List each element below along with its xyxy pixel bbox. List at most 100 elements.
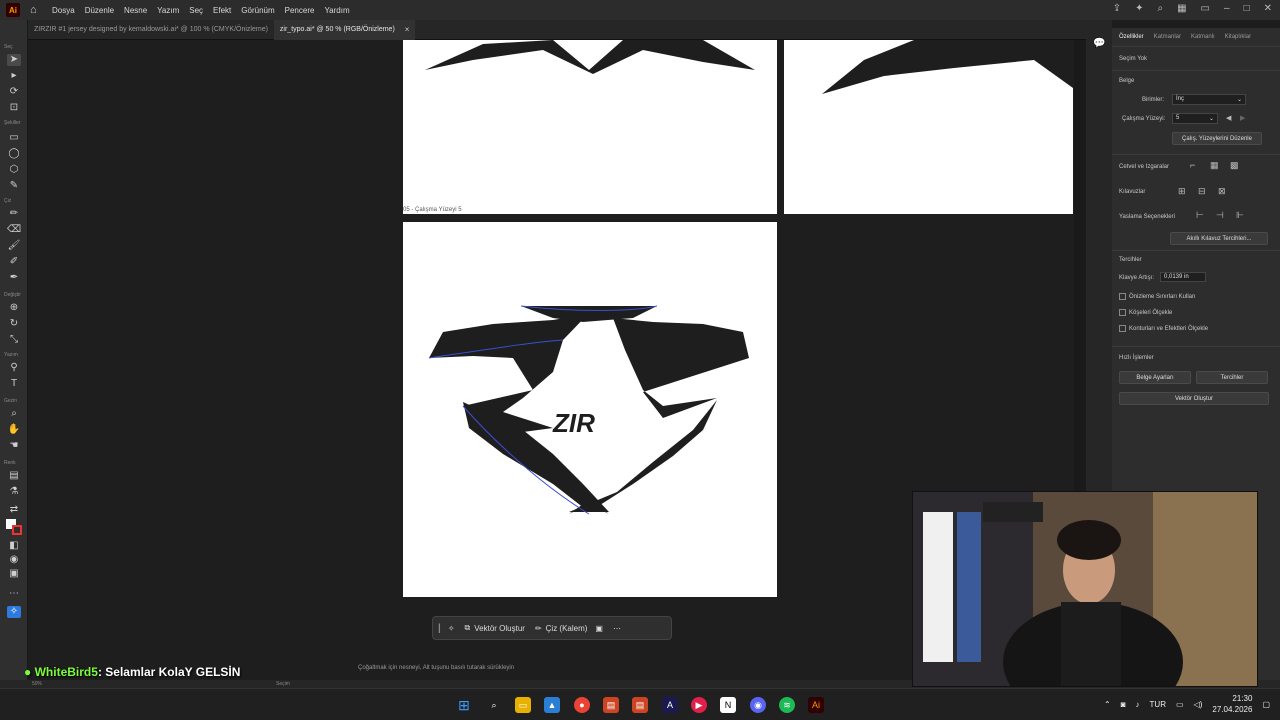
more-options-icon[interactable]: ⋯ [613, 624, 621, 633]
tab-layers[interactable]: Katmanlar [1154, 34, 1181, 40]
notification-icon[interactable]: ▢ [1262, 700, 1270, 709]
microphone-icon[interactable]: ♪ [1136, 700, 1140, 709]
zoom-level[interactable]: 50% [32, 681, 42, 687]
home-icon[interactable]: ⌂ [30, 4, 42, 16]
create-vector-button[interactable]: Vektör Oluştur [1119, 392, 1269, 405]
drag-handle-icon[interactable]: ┃ [437, 624, 442, 633]
menu-effect[interactable]: Efekt [213, 6, 231, 15]
menu-view[interactable]: Görünüm [241, 6, 274, 15]
tab-layered[interactable]: Katmanlı [1191, 34, 1215, 40]
image-icon[interactable]: ▣ [595, 624, 603, 633]
screen-mode-icon[interactable]: ▣ [7, 568, 21, 580]
menu-select[interactable]: Seç [189, 6, 203, 15]
illustrator-taskbar-icon[interactable]: Ai [808, 697, 824, 713]
stroke-swatch[interactable] [12, 525, 22, 535]
file-explorer-icon[interactable]: ▭ [515, 697, 531, 713]
direct-selection-tool-icon[interactable]: ▸ [7, 70, 21, 82]
draw-pen-ctx-button[interactable]: ✏ Çiz (Kalem) [535, 624, 587, 633]
eraser-tool-icon[interactable]: ⌫ [7, 224, 21, 236]
edit-artboards-button[interactable]: Çalış. Yüzeylerini Düzenle [1172, 132, 1262, 145]
next-artboard-icon[interactable]: ▶ [1240, 114, 1245, 122]
keyboard-increment-input[interactable]: 0,0139 in [1160, 272, 1206, 282]
artboard-3[interactable] [784, 40, 1073, 214]
polygon-tool-icon[interactable]: ⬡ [7, 164, 21, 176]
preferences-button[interactable]: Tercihler [1196, 371, 1268, 384]
artboard-tool-icon[interactable]: ⊡ [7, 102, 21, 114]
chrome-icon[interactable]: ● [574, 697, 590, 713]
comments-icon[interactable]: 💬 [1093, 38, 1105, 49]
tab-properties[interactable]: Özellikler [1119, 34, 1144, 40]
draw-mode-icon[interactable]: ◉ [7, 554, 21, 566]
brush-tool-icon[interactable]: 🖌 [7, 240, 21, 252]
share-icon[interactable]: ⇪ [1113, 3, 1121, 14]
pen-tool-icon[interactable]: ✒ [7, 272, 21, 284]
generative-icon[interactable]: ✧ [7, 606, 21, 618]
shape-builder-icon[interactable]: ⊕ [7, 302, 21, 314]
maximize-icon[interactable]: □ [1244, 3, 1250, 14]
media-player-icon[interactable]: ▶ [691, 697, 707, 713]
sparkle-icon[interactable]: ✦ [1135, 3, 1143, 14]
document-setup-button[interactable]: Belge Ayarları [1119, 371, 1191, 384]
more-tools-icon[interactable]: ⋯ [7, 588, 21, 600]
tab-jersey[interactable]: ZIRZIR #1 jersey designed by kemaldowski… [28, 20, 274, 40]
snap-point-icon[interactable]: ⊢ [1196, 210, 1204, 221]
tab-libraries[interactable]: Kitaplıklar [1225, 34, 1251, 40]
color-mode-icon[interactable]: ◧ [7, 540, 21, 552]
prev-artboard-icon[interactable]: ◀ [1226, 114, 1231, 122]
chevron-up-icon[interactable]: ⌃ [1104, 700, 1111, 709]
lasso-tool-icon[interactable]: ⟳ [7, 86, 21, 98]
lock-guides-icon[interactable]: ⊟ [1198, 186, 1206, 197]
search-icon[interactable]: ⌕ [486, 697, 502, 713]
scale-tool-icon[interactable]: ⤡ [7, 334, 21, 346]
menu-object[interactable]: Nesne [124, 6, 147, 15]
grid-icon[interactable]: ▦ [1210, 160, 1219, 171]
artboard-5[interactable]: ZIR [403, 222, 777, 597]
clock[interactable]: 21:30 27.04.2026 [1212, 693, 1252, 715]
zoom-tool-icon[interactable]: ⌕ [7, 408, 21, 420]
rotate-tool-icon[interactable]: ↻ [7, 318, 21, 330]
selection-tool-icon[interactable]: ➤ [7, 54, 21, 66]
artboard-4[interactable] [403, 40, 777, 214]
app-icon-3[interactable]: A [662, 697, 678, 713]
notion-icon[interactable]: N [720, 697, 736, 713]
transparency-grid-icon[interactable]: ▩ [1230, 160, 1239, 171]
volume-icon[interactable]: ◁) [1194, 700, 1203, 709]
scale-strokes-checkbox[interactable]: Konturları ve Efektleri Ölçekle [1119, 325, 1208, 332]
snap-pixel-icon[interactable]: ⊣ [1216, 210, 1224, 221]
type-tool-icon[interactable]: T [7, 378, 21, 390]
minimize-icon[interactable]: – [1224, 3, 1230, 14]
eyedropper-tool-icon[interactable]: ⚗ [7, 486, 21, 498]
blob-brush-icon[interactable]: ✐ [7, 256, 21, 268]
show-guides-icon[interactable]: ⊞ [1178, 186, 1186, 197]
create-vector-ctx-button[interactable]: ⧉ Vektör Oluştur [465, 623, 525, 633]
close-tab-icon[interactable]: × [405, 25, 410, 34]
close-icon[interactable]: ✕ [1264, 3, 1272, 14]
tab-zir-typo[interactable]: zir_typo.ai* @ 50 % (RGB/Önizleme) × [273, 19, 416, 40]
menu-window[interactable]: Pencere [285, 6, 315, 15]
puppet-warp-icon[interactable]: ⚲ [7, 362, 21, 374]
units-select[interactable]: İnç ⌄ [1172, 94, 1246, 105]
language-indicator[interactable]: TUR [1150, 700, 1166, 709]
tray-app-icon[interactable]: ◙ [1121, 700, 1126, 709]
menu-help[interactable]: Yardım [324, 6, 349, 15]
clear-guides-icon[interactable]: ⊠ [1218, 186, 1226, 197]
search-icon[interactable]: ⌕ [1157, 3, 1163, 14]
ellipse-tool-icon[interactable]: ◯ [7, 148, 21, 160]
snap-glyph-icon[interactable]: ⊩ [1236, 210, 1244, 221]
workspace-icon[interactable]: ▦ [1177, 3, 1186, 14]
app-icon-1[interactable]: ▤ [603, 697, 619, 713]
smart-guides-button[interactable]: Akıllı Kılavuz Tercihleri... [1170, 232, 1268, 245]
network-icon[interactable]: ▭ [1176, 700, 1184, 709]
menu-edit[interactable]: Düzenle [85, 6, 114, 15]
artboard-select[interactable]: 5 ⌄ [1172, 113, 1218, 124]
spotify-icon[interactable]: ≋ [779, 697, 795, 713]
menu-type[interactable]: Yazım [157, 6, 179, 15]
shaper-tool-icon[interactable]: ✎ [7, 180, 21, 192]
rotate-view-icon[interactable]: ☚ [7, 440, 21, 452]
photos-icon[interactable]: ▲ [544, 697, 560, 713]
hand-tool-icon[interactable]: ✋ [7, 424, 21, 436]
pencil-tool-icon[interactable]: ✏ [7, 208, 21, 220]
scale-corners-checkbox[interactable]: Köşeleri Ölçekle [1119, 309, 1172, 316]
preview-bounds-checkbox[interactable]: Önizleme Sınırları Kullan [1119, 293, 1195, 300]
discord-icon[interactable]: ◉ [750, 697, 766, 713]
